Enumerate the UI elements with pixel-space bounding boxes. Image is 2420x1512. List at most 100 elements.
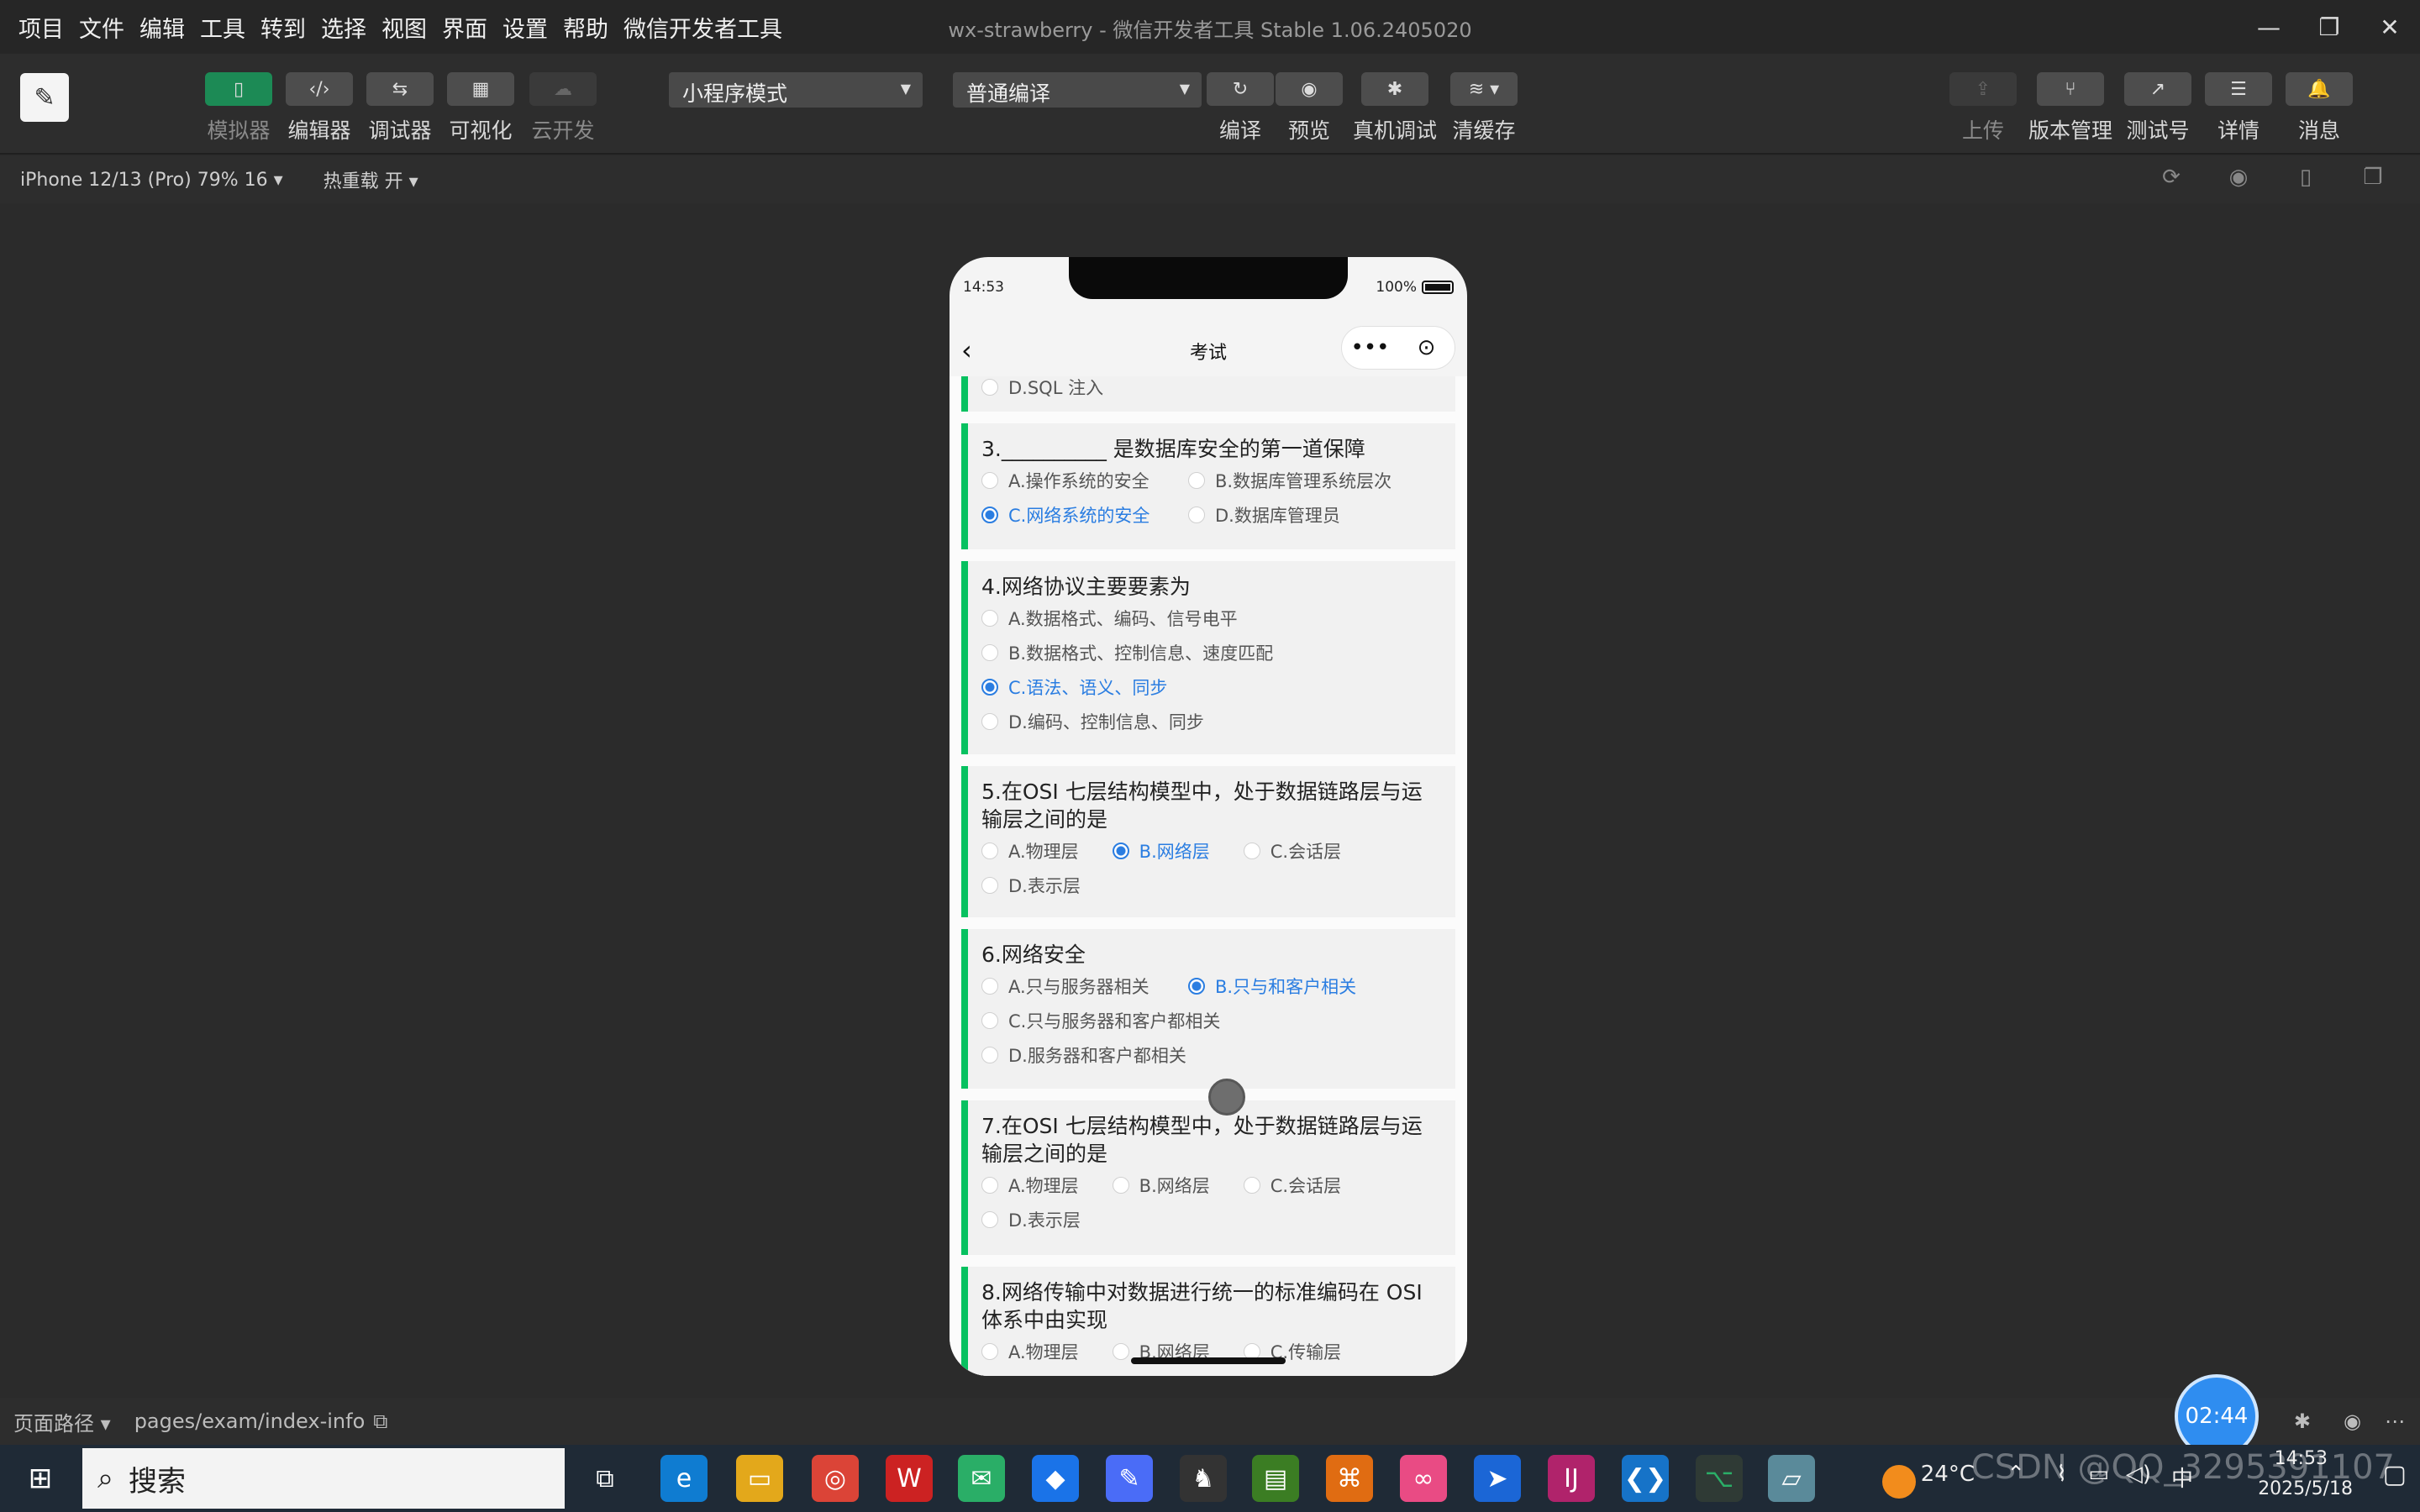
simulator-button[interactable]: ▯ 模拟器 — [205, 72, 272, 144]
eye-icon: ◉ — [1276, 72, 1343, 106]
menu-tools[interactable]: 工具 — [200, 11, 245, 44]
more-icon[interactable]: ••• — [1342, 335, 1398, 360]
bug-icon[interactable]: ✱ — [2294, 1410, 2311, 1433]
taskbar-search[interactable]: ⌕ 搜索 — [82, 1448, 565, 1509]
compile-button[interactable]: ↻ 编译 — [1207, 72, 1274, 144]
wifi-icon[interactable]: ⌇ — [2056, 1462, 2067, 1487]
vscode-icon[interactable]: ❮❯ — [1622, 1455, 1669, 1502]
window-icon[interactable]: ❐ — [2339, 165, 2407, 190]
compile-mode-select[interactable]: 普通编译 ▼ — [953, 72, 1202, 108]
cat-app-icon[interactable]: ♞ — [1180, 1455, 1227, 1502]
device-icon[interactable]: ▯ — [2272, 165, 2339, 190]
menu-goto[interactable]: 转到 — [260, 11, 306, 44]
option[interactable]: A.物理层 — [981, 833, 1079, 868]
option-selected[interactable]: C.语法、语义、同步 — [981, 669, 1408, 704]
tencent-meeting-icon[interactable]: ◆ — [1032, 1455, 1079, 1502]
wechat-icon[interactable]: ✉ — [958, 1455, 1005, 1502]
hot-reload-toggle[interactable]: 热重载 开 ▾ — [324, 166, 418, 193]
copy-icon[interactable]: ⧉ — [373, 1410, 387, 1433]
exam-list: D.SQL 注入 3.__________ 是数据库安全的第一道保障 A.操作系… — [950, 376, 1467, 1376]
page-path-select[interactable]: 页面路径 ▾ — [13, 1407, 111, 1436]
menu-select[interactable]: 选择 — [321, 11, 366, 44]
menu-file[interactable]: 文件 — [79, 11, 124, 44]
option[interactable]: B.网络层 — [1112, 1168, 1210, 1202]
close-icon[interactable]: ✕ — [2360, 0, 2420, 54]
minimize-icon[interactable]: — — [2238, 0, 2299, 54]
editor-button[interactable]: ‹/› 编辑器 — [286, 72, 353, 144]
option[interactable]: A.操作系统的安全 — [981, 463, 1158, 497]
question-card: 7.在OSI 七层结构模型中，处于数据链路层与运输层之间的是 A.物理层 B.网… — [961, 1100, 1455, 1255]
task-view-icon[interactable]: ⧉ — [581, 1455, 629, 1502]
version-label: 版本管理 — [2028, 118, 2113, 143]
notification-icon[interactable]: ▢ — [2383, 1460, 2407, 1489]
chevron-up-icon[interactable]: ⌃ — [2007, 1462, 2025, 1487]
preview-button[interactable]: ◉ 预览 — [1276, 72, 1343, 144]
menu-settings[interactable]: 设置 — [502, 11, 548, 44]
avatar[interactable]: ✎ — [20, 73, 69, 122]
mode-select[interactable]: 小程序模式 ▼ — [669, 72, 923, 108]
battery-icon[interactable]: ▭ — [2088, 1462, 2109, 1487]
option[interactable]: D.服务器和客户都相关 — [981, 1037, 1408, 1072]
option-label: A.只与服务器相关 — [1008, 976, 1150, 997]
real-debug-label: 真机调试 — [1353, 118, 1438, 143]
debugger-button[interactable]: ⇆ 调试器 — [366, 72, 434, 144]
network-app-icon[interactable]: ⌘ — [1326, 1455, 1373, 1502]
menu-project[interactable]: 项目 — [18, 11, 64, 44]
upload-button[interactable]: ⇪ 上传 — [1949, 72, 2017, 144]
option[interactable]: D.SQL 注入 — [981, 376, 1103, 404]
option[interactable]: A.只与服务器相关 — [981, 969, 1158, 1003]
clear-cache-button[interactable]: ≋ ▾ 清缓存 — [1450, 72, 1518, 144]
baidu-netdisk-icon[interactable]: ∞ — [1400, 1455, 1447, 1502]
option[interactable]: D.编码、控制信息、同步 — [981, 704, 1408, 738]
ime-indicator[interactable]: 中 — [2171, 1462, 2193, 1493]
option[interactable]: D.表示层 — [981, 868, 1081, 902]
option[interactable]: D.数据库管理员 — [1188, 497, 1340, 532]
chrome-icon[interactable]: ◎ — [812, 1455, 859, 1502]
feishu-icon[interactable]: ➤ — [1474, 1455, 1521, 1502]
notepad-icon[interactable]: ▱ — [1768, 1455, 1815, 1502]
device-select[interactable]: iPhone 12/13 (Pro) 79% 16 ▾ — [20, 170, 283, 191]
radio-icon — [981, 643, 998, 661]
clock-date[interactable]: 2025/5/18 — [2258, 1478, 2353, 1499]
eye-icon[interactable]: ◉ — [2344, 1410, 2361, 1433]
option[interactable]: C.会话层 — [1243, 1168, 1341, 1202]
details-button[interactable]: ☰ 详情 — [2205, 72, 2272, 144]
version-button[interactable]: ⑂ 版本管理 — [2028, 72, 2112, 144]
option[interactable]: A.物理层 — [981, 1334, 1079, 1368]
record-icon[interactable]: ◉ — [2205, 165, 2272, 190]
option[interactable]: C.会话层 — [1243, 833, 1341, 868]
real-debug-button[interactable]: ✱ 真机调试 — [1353, 72, 1437, 144]
option[interactable]: A.物理层 — [981, 1168, 1079, 1202]
option[interactable]: B.数据库管理系统层次 — [1188, 463, 1392, 497]
notes-icon[interactable]: ✎ — [1106, 1455, 1153, 1502]
visual-button[interactable]: ▦ 可视化 — [447, 72, 514, 144]
intellij-icon[interactable]: IJ — [1548, 1455, 1595, 1502]
menu-wechat-devtools[interactable]: 微信开发者工具 — [623, 11, 782, 44]
cloud-button[interactable]: ☁ 云开发 — [529, 72, 597, 144]
messages-button[interactable]: 🔔 消息 — [2286, 72, 2353, 144]
menu-edit[interactable]: 编辑 — [139, 11, 185, 44]
option[interactable]: C.只与服务器和客户都相关 — [981, 1003, 1408, 1037]
rotate-icon[interactable]: ⟳ — [2138, 165, 2205, 190]
option[interactable]: A.数据格式、编码、信号电平 — [981, 601, 1408, 635]
volume-icon[interactable]: ◁) — [2126, 1462, 2151, 1487]
wechat-devtools-icon[interactable]: ⌥ — [1696, 1455, 1743, 1502]
clock-time[interactable]: 14:53 — [2275, 1448, 2328, 1469]
option[interactable]: B.数据格式、控制信息、速度匹配 — [981, 635, 1408, 669]
exit-icon[interactable]: ⊙ — [1398, 335, 1455, 360]
wps-icon[interactable]: W — [886, 1455, 933, 1502]
file-explorer-icon[interactable]: ▭ — [736, 1455, 783, 1502]
test-account-button[interactable]: ↗ 测试号 — [2124, 72, 2191, 144]
menu-view[interactable]: 视图 — [381, 11, 427, 44]
more-icon[interactable]: ⋯ — [2385, 1410, 2405, 1433]
option-selected[interactable]: B.只与和客户相关 — [1188, 969, 1356, 1003]
edge-icon[interactable]: e — [660, 1455, 708, 1502]
option-selected[interactable]: B.网络层 — [1112, 833, 1210, 868]
windows-start-icon[interactable]: ⊞ — [17, 1455, 64, 1502]
chart-app-icon[interactable]: ▤ — [1252, 1455, 1299, 1502]
menu-interface[interactable]: 界面 — [442, 11, 487, 44]
option-selected[interactable]: C.网络系统的安全 — [981, 497, 1158, 532]
option[interactable]: D.表示层 — [981, 1202, 1081, 1236]
menu-help[interactable]: 帮助 — [563, 11, 608, 44]
restore-icon[interactable]: ❐ — [2299, 0, 2360, 54]
